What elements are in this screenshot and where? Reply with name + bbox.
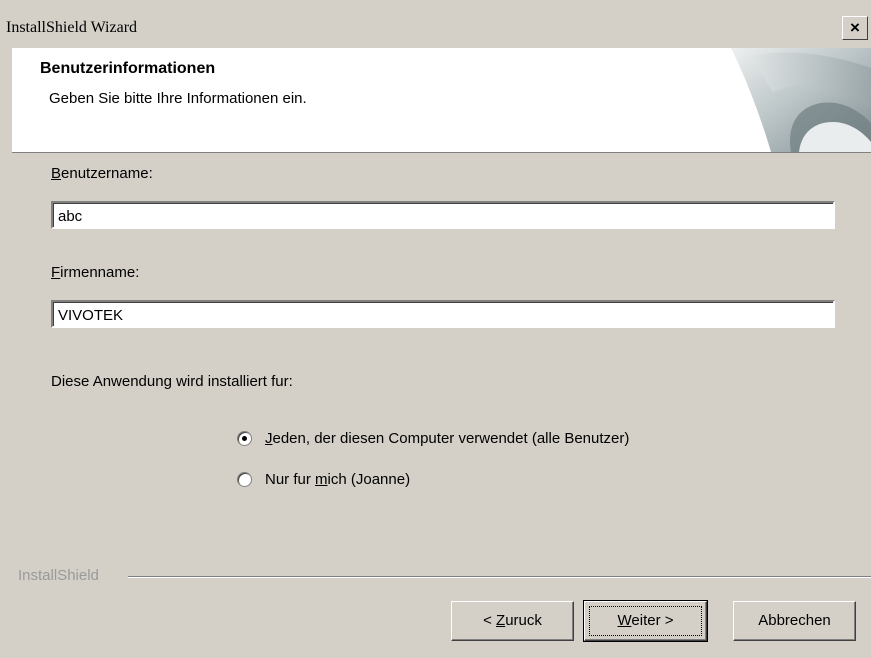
page-title: Benutzerinformationen: [40, 60, 216, 77]
username-field[interactable]: abc: [51, 201, 835, 229]
back-button[interactable]: < Zuruck: [451, 601, 574, 641]
radio-only-me-label: Nur fur mich (Joanne): [265, 471, 411, 488]
title-bar: InstallShield Wizard ×: [0, 12, 871, 44]
next-button[interactable]: Weiter >: [583, 600, 708, 642]
radio-button-icon[interactable]: [237, 472, 252, 487]
page-subtitle: Geben Sie bitte Ihre Informationen ein.: [49, 90, 307, 107]
close-button[interactable]: ×: [842, 16, 868, 40]
install-for-label: Diese Anwendung wird installiert fur:: [51, 373, 293, 390]
company-field[interactable]: VIVOTEK: [51, 300, 835, 328]
footer-divider: [128, 576, 871, 578]
focus-rect: [589, 606, 702, 636]
cancel-button[interactable]: Abbrechen: [733, 601, 856, 641]
username-label: Benutzername:: [51, 165, 153, 182]
wizard-header: Benutzerinformationen Geben Sie bitte Ih…: [12, 48, 871, 153]
close-icon: ×: [850, 18, 860, 37]
window-title: InstallShield Wizard: [6, 19, 138, 36]
radio-selected-dot: [242, 436, 247, 441]
company-label: Firmenname:: [51, 264, 140, 281]
installshield-graphic-icon: [731, 48, 871, 152]
radio-all-users-label: Jeden, der diesen Computer verwendet (al…: [265, 430, 630, 447]
radio-button-icon[interactable]: [237, 431, 252, 446]
installshield-brand: InstallShield: [18, 567, 99, 584]
